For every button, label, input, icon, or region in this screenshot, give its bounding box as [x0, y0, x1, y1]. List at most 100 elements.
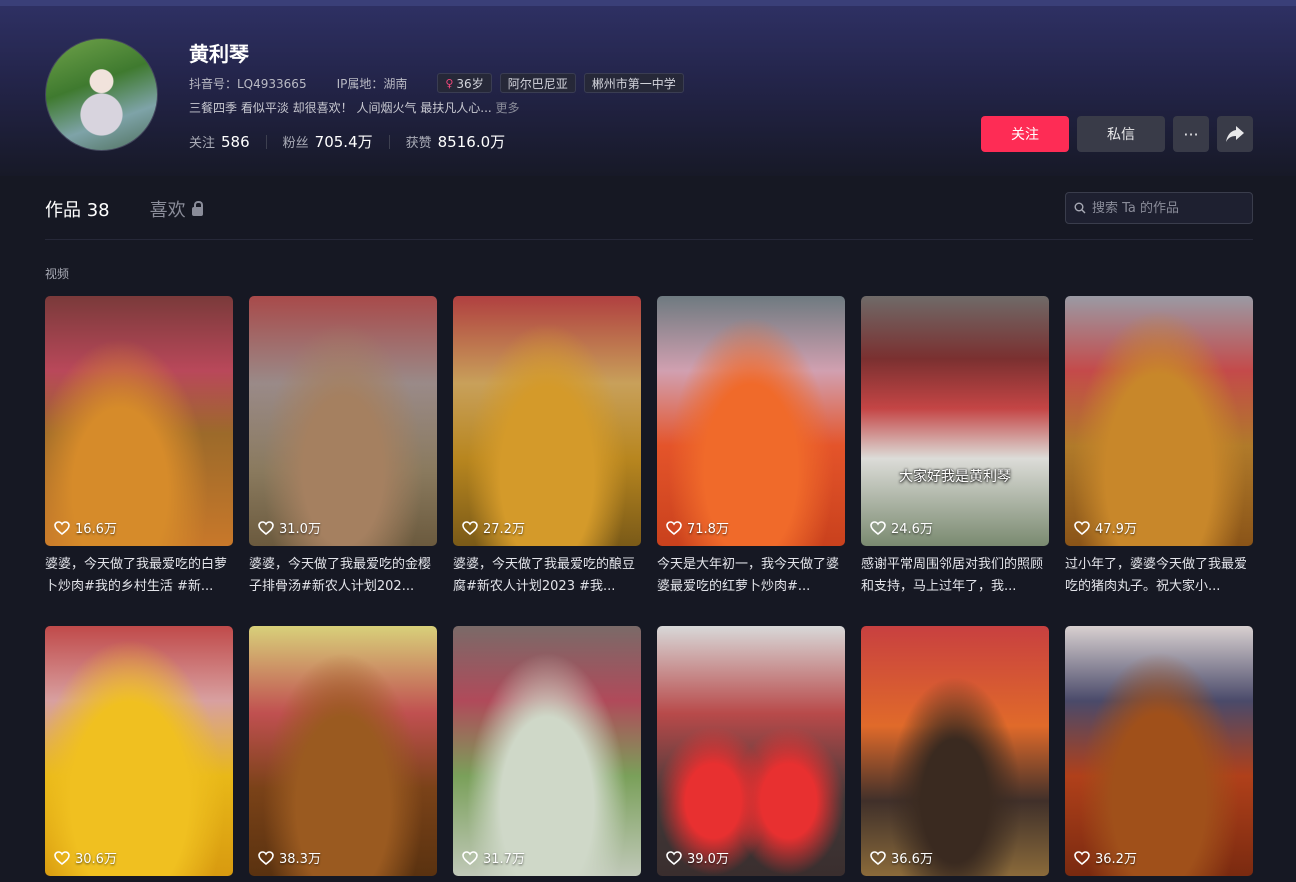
heart-icon: [462, 850, 478, 865]
video-likes: 47.9万: [1074, 518, 1137, 537]
followers-count[interactable]: 705.4万: [315, 131, 373, 152]
followers-label[interactable]: 粉丝: [283, 132, 309, 151]
search-box[interactable]: [1065, 192, 1253, 224]
search-icon: [1074, 202, 1086, 214]
video-likes-count: 24.6万: [891, 522, 933, 537]
video-card[interactable]: 36.6万: [861, 626, 1049, 876]
video-card[interactable]: 39.0万: [657, 626, 845, 876]
avatar[interactable]: [45, 38, 158, 151]
video-likes: 39.0万: [666, 848, 729, 867]
heart-icon: [462, 520, 478, 535]
likes-count: 8516.0万: [437, 133, 506, 151]
message-button[interactable]: 私信: [1077, 116, 1165, 152]
video-card[interactable]: 36.2万: [1065, 626, 1253, 876]
video-likes-count: 39.0万: [687, 852, 729, 867]
video-title[interactable]: 婆婆，今天做了我最爱吃的酿豆腐#新农人计划2023 #我...: [453, 554, 641, 598]
share-button[interactable]: [1217, 116, 1253, 152]
following-count[interactable]: 586: [221, 133, 250, 151]
video-thumbnail[interactable]: 38.3万: [249, 626, 437, 876]
heart-icon: [870, 520, 886, 535]
bio-more-link[interactable]: 更多: [496, 101, 520, 115]
section-label: 视频: [45, 267, 70, 281]
age-tag: ♀ 36岁: [437, 73, 492, 93]
video-likes-count: 36.6万: [891, 852, 933, 867]
video-card[interactable]: 30.6万: [45, 626, 233, 876]
video-likes-count: 36.2万: [1095, 852, 1137, 867]
video-thumbnail[interactable]: 27.2万: [453, 296, 641, 546]
likes-label: 获赞: [405, 136, 432, 151]
following-label[interactable]: 关注: [189, 132, 215, 151]
tab-works[interactable]: 作品 38: [45, 196, 110, 222]
tab-likes-label: 喜欢: [149, 200, 186, 221]
video-title[interactable]: 婆婆，今天做了我最爱吃的金樱子排骨汤#新农人计划202...: [249, 554, 437, 598]
video-likes: 24.6万: [870, 518, 933, 537]
video-title[interactable]: 感谢平常周围邻居对我们的照顾和支持，马上过年了，我...: [861, 554, 1049, 598]
heart-icon: [1074, 850, 1090, 865]
video-likes: 30.6万: [54, 848, 117, 867]
video-thumbnail[interactable]: 36.2万: [1065, 626, 1253, 876]
video-likes-count: 27.2万: [483, 522, 525, 537]
heart-icon: [258, 850, 274, 865]
video-title[interactable]: 今天是大年初一，我今天做了婆婆最爱吃的红萝卜炒肉#...: [657, 554, 845, 598]
video-likes-count: 38.3万: [279, 852, 321, 867]
profile-name: 黄利琴: [189, 42, 249, 66]
video-likes-count: 31.7万: [483, 852, 525, 867]
heart-icon: [870, 850, 886, 865]
share-icon: [1226, 126, 1244, 142]
video-card[interactable]: 47.9万过小年了，婆婆今天做了我最爱吃的猪肉丸子。祝大家小...: [1065, 296, 1253, 598]
video-likes: 27.2万: [462, 518, 525, 537]
video-thumbnail[interactable]: 30.6万: [45, 626, 233, 876]
video-overlay-text: 大家好我是黄利琴: [899, 469, 1011, 485]
video-likes: 71.8万: [666, 518, 729, 537]
video-card[interactable]: 大家好我是黄利琴 24.6万感谢平常周围邻居对我们的照顾和支持，马上过年了，我..…: [861, 296, 1049, 598]
heart-icon: [666, 850, 682, 865]
video-card[interactable]: 71.8万今天是大年初一，我今天做了婆婆最爱吃的红萝卜炒肉#...: [657, 296, 845, 598]
video-likes: 36.2万: [1074, 848, 1137, 867]
profile-tabs: 作品 38 喜欢: [45, 196, 203, 222]
video-thumbnail[interactable]: 71.8万: [657, 296, 845, 546]
video-likes: 31.7万: [462, 848, 525, 867]
profile-stats: 关注 586 粉丝 705.4万 获赞 8516.0万: [189, 131, 505, 152]
video-likes-count: 16.6万: [75, 522, 117, 537]
age-tag-label: 36岁: [456, 76, 484, 91]
video-card[interactable]: 31.0万婆婆，今天做了我最爱吃的金樱子排骨汤#新农人计划202...: [249, 296, 437, 598]
video-likes: 16.6万: [54, 518, 117, 537]
profile-bio: 三餐四季 看似平淡 却很喜欢！ 人间烟火气 最扶凡人心... 更多: [189, 99, 520, 116]
lock-icon: [191, 200, 203, 216]
video-thumbnail[interactable]: 36.6万: [861, 626, 1049, 876]
school-tag: 郴州市第一中学: [583, 73, 684, 93]
divider: [265, 134, 267, 149]
video-title[interactable]: 婆婆，今天做了我最爱吃的白萝卜炒肉#我的乡村生活 #新...: [45, 554, 233, 598]
profile-meta: 抖音号：LQ4933665 IP属地：湖南 ♀ 36岁 阿尔巴尼亚 郴州市第一中…: [189, 73, 684, 93]
video-thumbnail[interactable]: 31.0万: [249, 296, 437, 546]
video-thumbnail[interactable]: 39.0万: [657, 626, 845, 876]
heart-icon: [1074, 520, 1090, 535]
video-thumbnail[interactable]: 大家好我是黄利琴 24.6万: [861, 296, 1049, 546]
more-button[interactable]: ···: [1173, 116, 1209, 152]
video-card[interactable]: 38.3万: [249, 626, 437, 876]
video-likes: 31.0万: [258, 518, 321, 537]
ip-location: IP属地：湖南: [336, 76, 408, 91]
heart-icon: [54, 850, 70, 865]
tab-works-count: 38: [86, 200, 110, 221]
video-thumbnail[interactable]: 31.7万: [453, 626, 641, 876]
video-thumbnail[interactable]: 47.9万: [1065, 296, 1253, 546]
heart-icon: [54, 520, 70, 535]
female-icon: ♀: [445, 76, 454, 90]
video-likes-count: 47.9万: [1095, 522, 1137, 537]
video-likes: 36.6万: [870, 848, 933, 867]
tab-likes[interactable]: 喜欢: [150, 196, 203, 222]
bio-text: 三餐四季 看似平淡 却很喜欢！ 人间烟火气 最扶凡人心...: [189, 101, 492, 115]
video-thumbnail[interactable]: 16.6万: [45, 296, 233, 546]
video-title[interactable]: 过小年了，婆婆今天做了我最爱吃的猪肉丸子。祝大家小...: [1065, 554, 1253, 598]
heart-icon: [258, 520, 274, 535]
video-card[interactable]: 31.7万: [453, 626, 641, 876]
search-input[interactable]: [1092, 200, 1242, 216]
video-likes: 38.3万: [258, 848, 321, 867]
video-card[interactable]: 27.2万婆婆，今天做了我最爱吃的酿豆腐#新农人计划2023 #我...: [453, 296, 641, 598]
video-likes-count: 71.8万: [687, 522, 729, 537]
location-tag: 阿尔巴尼亚: [499, 73, 576, 93]
video-card[interactable]: 16.6万婆婆，今天做了我最爱吃的白萝卜炒肉#我的乡村生活 #新...: [45, 296, 233, 598]
video-likes-count: 31.0万: [279, 522, 321, 537]
follow-button[interactable]: 关注: [981, 116, 1069, 152]
